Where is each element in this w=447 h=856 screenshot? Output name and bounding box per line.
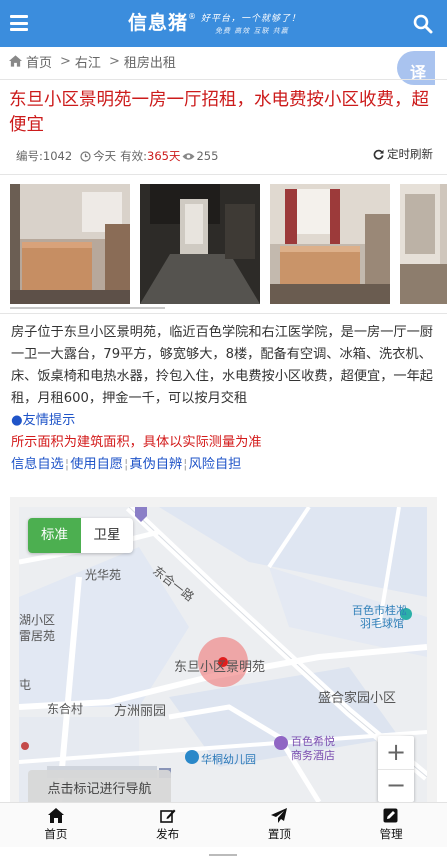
eye-icon [182,152,195,160]
nav-label: 置顶 [267,827,291,841]
listing-description: 房子位于东旦小区景明苑，临近百色学院和右江医学院，是一房一厅一厨一卫一大露台，7… [11,325,433,406]
slogan-line2: 免费 高效 互联 共赢 [215,27,289,35]
map-type-toggle: 标准 卫星 [28,518,133,553]
listing-photo[interactable] [140,184,260,304]
search-icon[interactable] [413,14,433,34]
listing-valid-label: 有效: [120,149,148,163]
logo-text: 信息猪 [128,12,189,34]
map-label: 湖小区 [19,613,56,627]
map-section: 标准 卫星 光华苑 东合一路 湖小区 雷居苑 百色市桂凇 羽毛球馆 东旦小区景明… [10,497,437,802]
listing-photo[interactable] [400,184,447,304]
site-logo[interactable]: 信息猪 ® 好平台，一个就够了！ 免费 高效 互联 共赢 [128,8,301,38]
listing-views: 255 [196,149,219,163]
home-indicator-strip [0,847,447,856]
map-location-label: 东旦小区景明苑 [174,660,266,675]
nav-label: 管理 [379,827,403,841]
bottom-nav: 首页 发布 置顶 管理 [0,802,447,847]
nav-item-manage[interactable]: 管理 [335,803,447,847]
map-zoom-control: + − [378,736,414,802]
divider [0,174,447,175]
divider [0,79,447,80]
area-notice: 所示面积为建筑面积，具体以实际测量为准 [11,435,262,450]
nav-item-post[interactable]: 发布 [112,803,224,847]
map-label: 商务酒店 [291,749,335,762]
logo-registered-mark: ® [188,12,197,21]
home-icon [9,55,22,67]
map-standard-button[interactable]: 标准 [28,518,81,553]
map-view[interactable]: 标准 卫星 光华苑 东合一路 湖小区 雷居苑 百色市桂凇 羽毛球馆 东旦小区景明… [19,507,427,802]
map-label: 方洲丽园 [114,704,167,719]
breadcrumb: 首页 > 右江 > 租房出租 [9,52,176,71]
breadcrumb-separator: > [108,53,120,69]
disclaimer-link[interactable]: 真伪自辨 [129,454,182,476]
map-satellite-button[interactable]: 卫星 [81,518,133,553]
hamburger-icon[interactable] [10,15,28,31]
breadcrumb-separator: > [60,53,71,69]
listing-meta: 编号:1042 今天 有效: 365天 255 [16,148,218,164]
page: 信息猪 ® 好平台，一个就够了！ 免费 高效 互联 共赢 首页 > 右江 > 租… [0,0,447,856]
listing-title: 东旦小区景明苑一房一厅招租，水电费按小区收费，超便宜 [9,90,429,135]
top-header: 信息猪 ® 好平台，一个就够了！ 免费 高效 互联 共赢 [0,0,447,47]
disclaimer-links: 信息自选 ¦ 使用自愿 ¦ 真伪自辨 ¦ 风险自担 [11,454,241,476]
nav-label: 发布 [156,827,180,841]
listing-id: 编号:1042 [16,149,73,163]
disclaimer-link[interactable]: 使用自愿 [70,454,123,476]
disclaimer-link[interactable]: 信息自选 [11,454,64,476]
map-label: 光华苑 [85,568,122,582]
disclaimer-link[interactable]: 风险自担 [189,454,242,476]
nav-item-top[interactable]: 置顶 [224,803,336,847]
map-label: 盛合家园小区 [318,691,397,706]
listing-time: 今天 [93,149,117,163]
home-icon [47,808,64,823]
nav-item-home[interactable]: 首页 [0,803,112,847]
friendly-tip-link[interactable]: ●友情提示 [11,410,75,432]
slogan-line1: 好平台，一个就够了！ [201,14,302,24]
zoom-out-button[interactable]: − [378,769,414,802]
logo-slogan: 好平台，一个就够了！ 免费 高效 互联 共赢 [201,11,301,36]
gallery-scroll-indicator [10,307,165,309]
breadcrumb-home[interactable]: 首页 [26,52,52,71]
refresh-icon [373,149,384,160]
divider [0,313,447,314]
map-label: 屯 [19,678,32,692]
send-icon [271,808,288,823]
map-label: 东合村 [47,702,84,716]
map-label: 华桐幼儿园 [201,753,256,766]
breadcrumb-item-category[interactable]: 租房出租 [124,52,176,71]
refresh-button[interactable]: 定时刷新 [373,146,433,162]
listing-valid-value: 365天 [147,149,181,163]
navigate-button[interactable]: 点击标记进行导航 [28,770,171,802]
photo-gallery[interactable] [10,184,447,310]
refresh-label: 定时刷新 [387,147,433,161]
listing-photo[interactable] [270,184,390,304]
zoom-in-button[interactable]: + [378,736,414,769]
nav-label: 首页 [44,827,68,841]
manage-icon [383,808,398,823]
breadcrumb-item-city[interactable]: 右江 [75,52,101,71]
listing-photo[interactable] [10,184,130,304]
map-label: 雷居苑 [19,629,56,643]
map-label: 羽毛球馆 [360,617,404,630]
edit-icon [159,809,176,823]
clock-icon [80,150,91,162]
